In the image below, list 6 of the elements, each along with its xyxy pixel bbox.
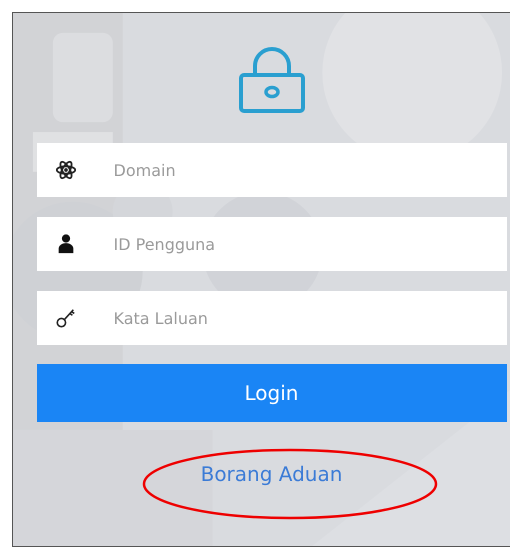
input-field[interactable]: Kata Laluan <box>36 291 506 345</box>
complaint-form-link[interactable]: Borang Aduan <box>200 462 342 486</box>
padlock-icon <box>238 47 306 113</box>
input-field[interactable]: Domain <box>36 143 506 197</box>
input-field[interactable]: ID Pengguna <box>36 217 506 271</box>
login-button[interactable]: Login <box>36 364 506 422</box>
